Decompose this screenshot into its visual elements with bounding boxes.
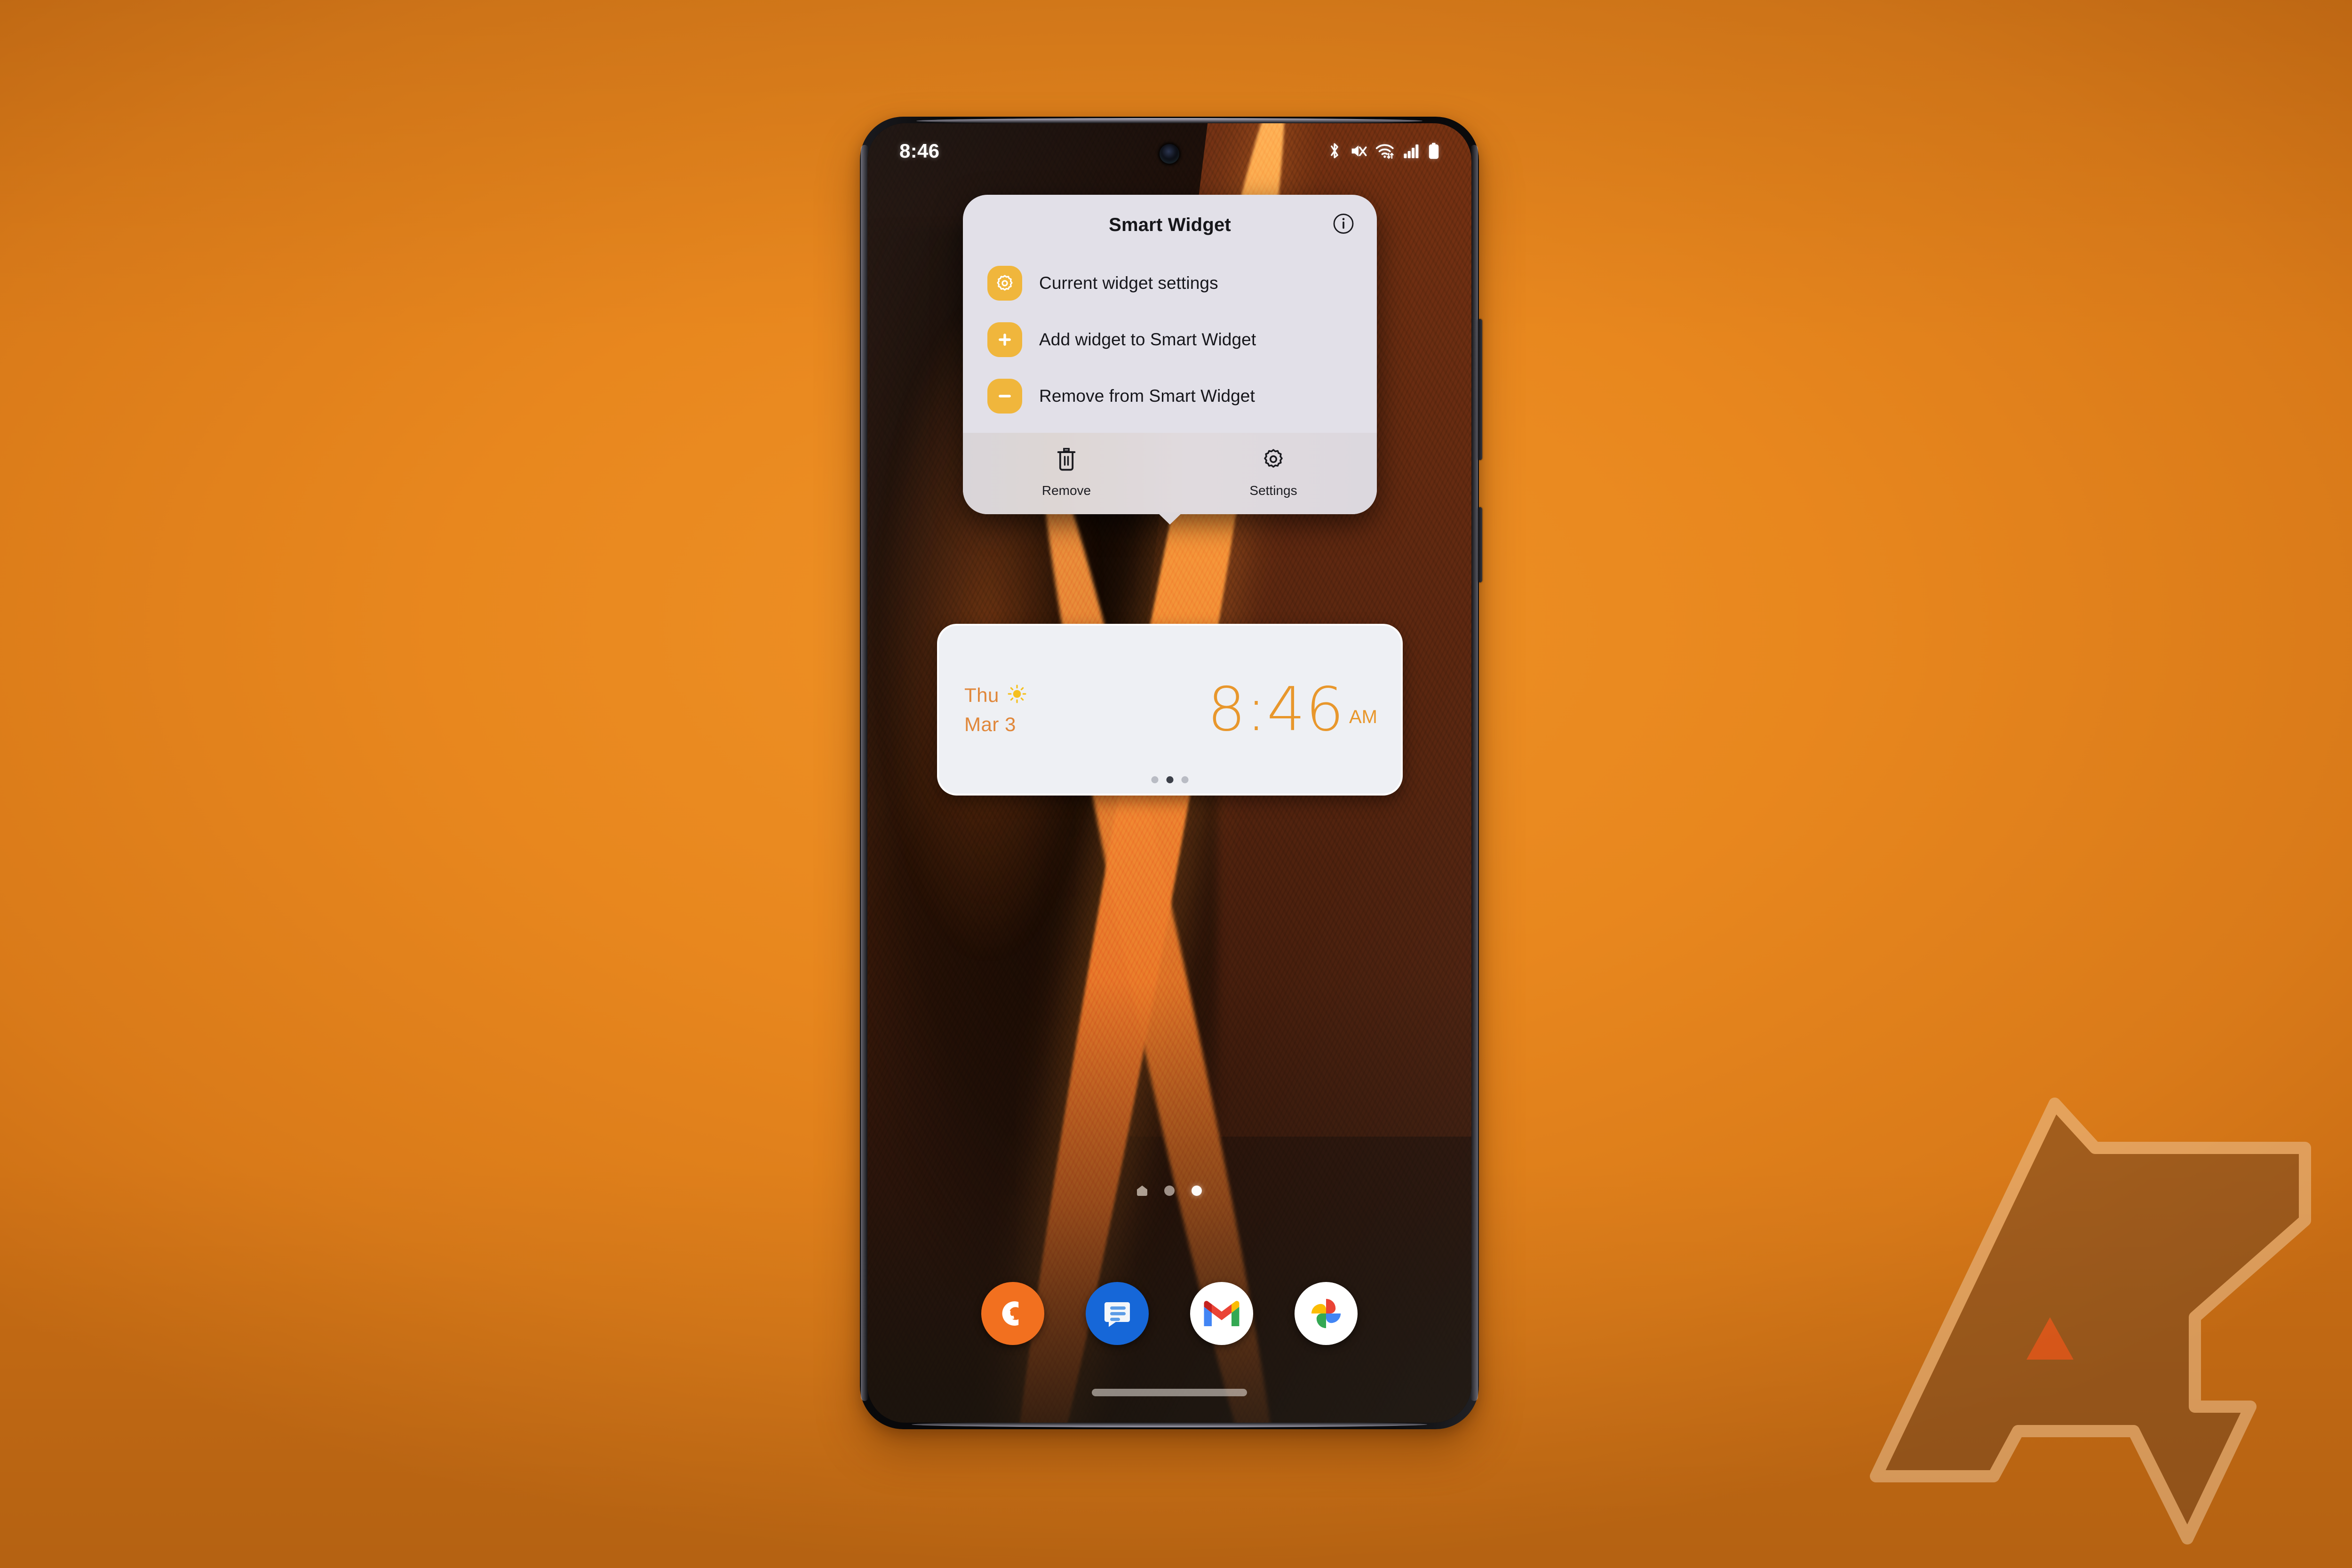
phone-device: 8:46 Smart Widget Current widget setting… — [860, 117, 1482, 1429]
status-bar-icons — [1327, 142, 1439, 160]
menu-item-remove-widget[interactable]: Remove from Smart Widget — [963, 368, 1377, 424]
phone-app[interactable] — [981, 1282, 1044, 1345]
menu-item-label: Current widget settings — [1039, 273, 1218, 293]
widget-day-label: Thu — [964, 684, 999, 706]
remove-button-label: Remove — [1041, 483, 1091, 498]
gear-icon — [1262, 447, 1285, 474]
smart-widget-popup: Smart Widget Current widget settings Add… — [963, 195, 1377, 525]
frame-highlight-right — [1470, 145, 1478, 1401]
front-camera-punch-hole — [1160, 144, 1179, 164]
settings-button[interactable]: Settings — [1170, 447, 1377, 498]
popup-action-bar: Remove Settings — [963, 433, 1377, 514]
google-photos-app[interactable] — [1295, 1282, 1358, 1345]
gear-icon — [987, 266, 1022, 301]
menu-item-current-widget-settings[interactable]: Current widget settings — [963, 255, 1377, 311]
popup-divider — [963, 424, 1377, 433]
widget-date-block: Thu Mar 3 — [964, 684, 1026, 736]
widget-page-dot[interactable] — [1181, 776, 1189, 783]
gmail-app[interactable] — [1190, 1282, 1253, 1345]
clock-weather-widget[interactable]: Thu Mar 3 8:46 AM — [937, 624, 1403, 796]
app-dock — [867, 1266, 1471, 1361]
volume-button[interactable] — [1478, 319, 1482, 460]
home-page-indicator[interactable] — [1137, 1186, 1202, 1196]
status-bar-clock: 8:46 — [899, 140, 940, 162]
battery-icon — [1428, 143, 1439, 159]
widget-ampm-label: AM — [1349, 707, 1377, 728]
menu-item-label: Add widget to Smart Widget — [1039, 330, 1256, 349]
plus-icon — [987, 322, 1022, 357]
popup-title: Smart Widget — [1109, 214, 1231, 235]
sunny-icon — [1008, 685, 1026, 706]
info-icon[interactable] — [1333, 213, 1354, 237]
minus-icon — [987, 379, 1022, 414]
widget-date-label: Mar 3 — [964, 713, 1016, 735]
remove-button[interactable]: Remove — [963, 447, 1170, 498]
widget-page-dots[interactable] — [1151, 776, 1189, 783]
power-button[interactable] — [1478, 507, 1482, 582]
widget-time-block: 8:46 AM — [1207, 674, 1377, 745]
widget-page-dot-active[interactable] — [1166, 776, 1174, 783]
home-page-dot[interactable] — [1164, 1186, 1175, 1196]
messages-app[interactable] — [1086, 1282, 1149, 1345]
widget-page-dot[interactable] — [1151, 776, 1159, 783]
wifi-icon — [1375, 143, 1395, 159]
menu-item-label: Remove from Smart Widget — [1039, 386, 1255, 406]
gesture-navigation-pill[interactable] — [1092, 1389, 1247, 1396]
sound-muted-icon — [1350, 143, 1367, 159]
menu-item-add-widget[interactable]: Add widget to Smart Widget — [963, 311, 1377, 368]
home-page-dot-home[interactable] — [1137, 1186, 1147, 1196]
phone-screen: 8:46 Smart Widget Current widget setting… — [867, 123, 1471, 1423]
popup-header: Smart Widget — [963, 195, 1377, 255]
bluetooth-icon — [1327, 142, 1342, 160]
settings-button-label: Settings — [1249, 483, 1297, 498]
home-page-dot-active[interactable] — [1192, 1186, 1202, 1196]
widget-time-label: 8:46 — [1207, 674, 1344, 745]
trash-icon — [1056, 447, 1077, 474]
cellular-signal-icon — [1403, 143, 1420, 159]
